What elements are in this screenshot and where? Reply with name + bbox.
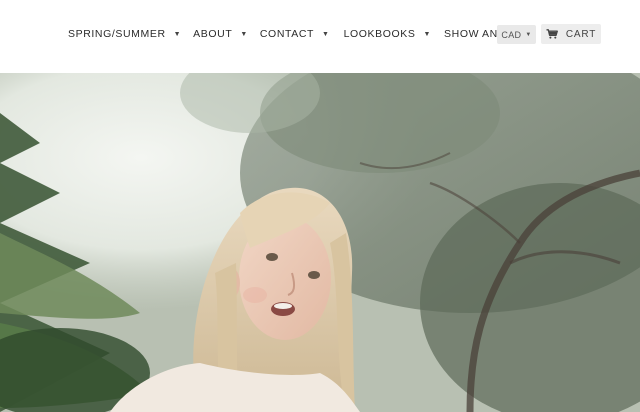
- caret-down-icon: ▼: [173, 30, 182, 38]
- caret-down-icon: ▼: [423, 30, 432, 38]
- currency-selector[interactable]: CAD ▼: [497, 25, 536, 44]
- main-nav: SPRING/SUMMER ▼ ABOUT ▼ CONTACT ▼ LOOKBO…: [68, 24, 557, 44]
- currency-value: CAD: [501, 29, 522, 40]
- caret-down-icon: ▼: [322, 30, 330, 38]
- nav-item-label: SPRING/SUMMER: [68, 28, 166, 40]
- site-header: SPRING/SUMMER ▼ ABOUT ▼ CONTACT ▼ LOOKBO…: [0, 0, 640, 73]
- hero-photo: [0, 73, 640, 412]
- nav-item-spring-summer[interactable]: SPRING/SUMMER ▼: [68, 28, 181, 40]
- nav-item-label: LOOKBOOKS: [343, 28, 416, 40]
- nav-item-contact[interactable]: CONTACT ▼: [260, 28, 330, 40]
- cart-icon: [546, 29, 558, 39]
- nav-item-label: ABOUT: [193, 28, 233, 40]
- cart-label: CART: [565, 28, 597, 40]
- hero-image: [0, 73, 640, 412]
- nav-item-about[interactable]: ABOUT ▼: [193, 28, 248, 40]
- nav-item-label: CONTACT: [259, 28, 315, 40]
- caret-down-icon: ▼: [240, 30, 248, 38]
- cart-button[interactable]: CART: [541, 24, 601, 44]
- caret-down-icon: ▼: [525, 31, 532, 38]
- nav-item-lookbooks[interactable]: LOOKBOOKS ▼: [344, 28, 431, 40]
